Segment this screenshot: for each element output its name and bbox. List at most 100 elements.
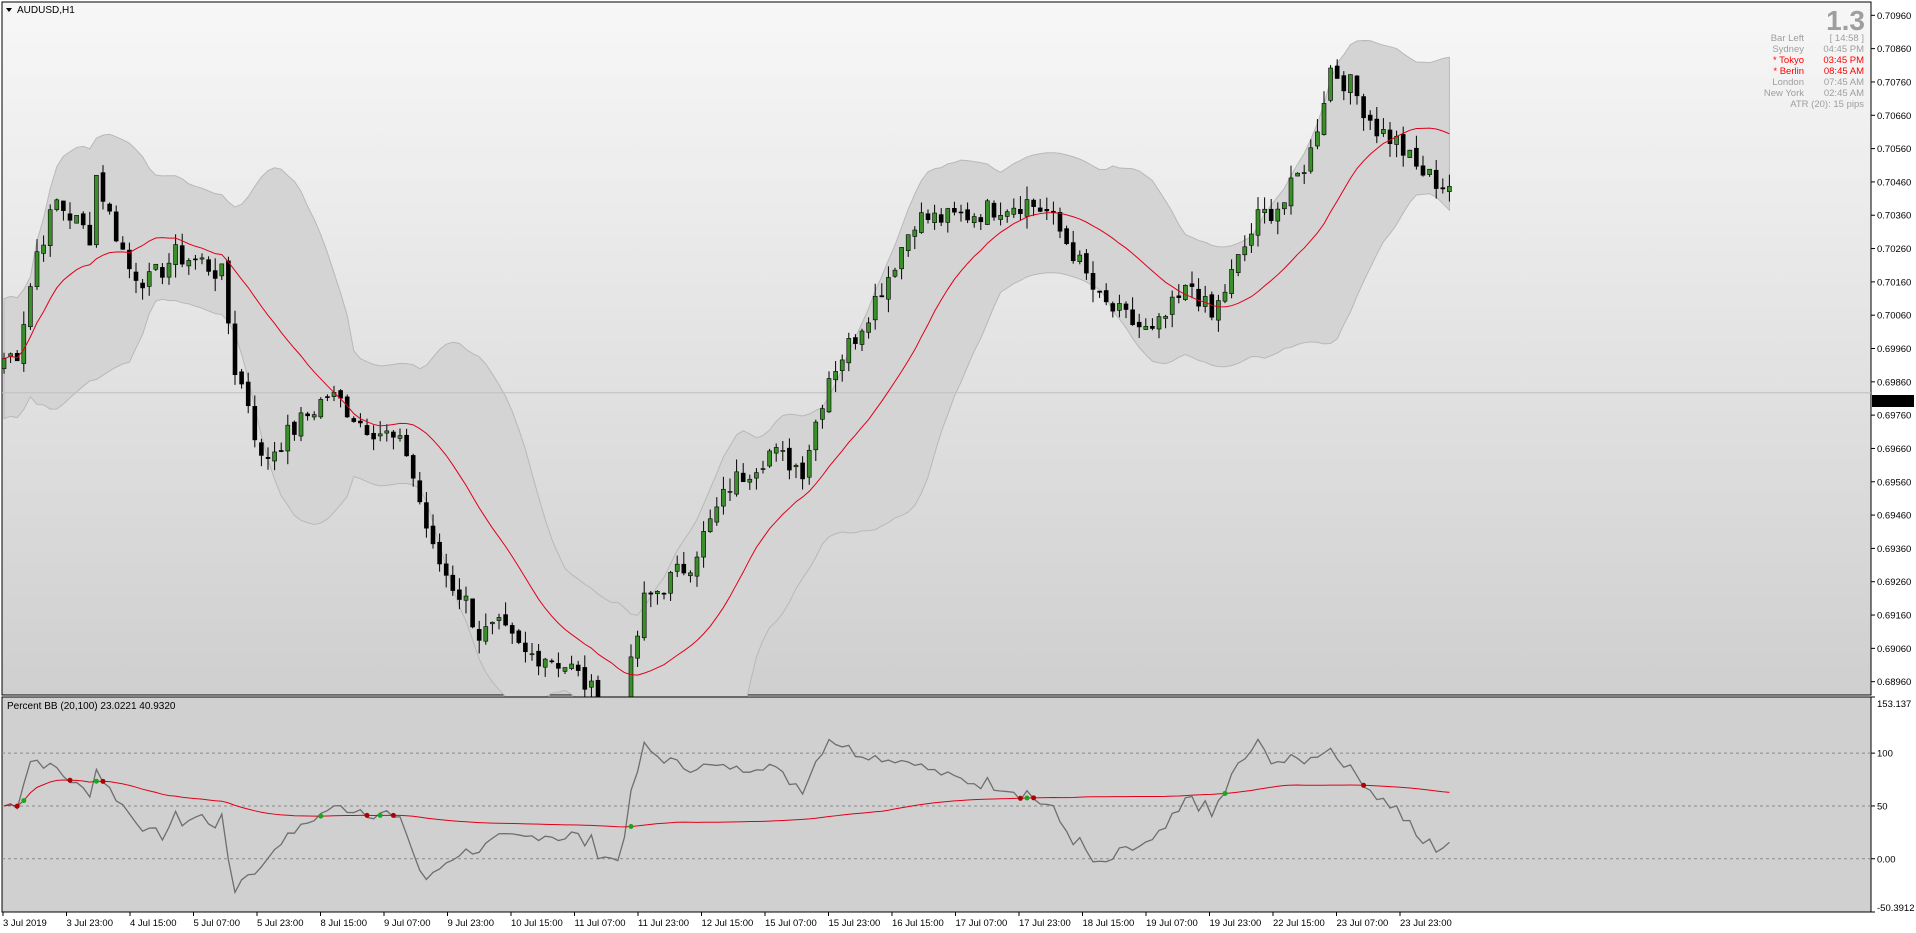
candle-body (1183, 284, 1188, 300)
candle-body (998, 215, 1003, 220)
candle-body (648, 592, 654, 595)
candle-body (1216, 300, 1221, 321)
candle-body (120, 242, 126, 250)
candle-body (721, 488, 726, 507)
candle-body (985, 200, 990, 225)
candle-body (556, 663, 561, 669)
symbol-label[interactable]: AUDUSD,H1 (6, 5, 75, 16)
main-price-panel: 0.70960 0.70860 0.70760 0.70660 0.70560 0.704… (1, 1, 1914, 765)
price-tick-label: 0.69960 (1877, 344, 1911, 355)
crossover-marker (93, 778, 99, 784)
candle-body (199, 257, 205, 260)
candle-body (54, 199, 60, 210)
current-price-value: 0.69827 (1876, 397, 1910, 408)
spread-value: 1.3 (1826, 5, 1865, 36)
candle-body (938, 214, 944, 223)
time-tick-label: 22 Jul 15:00 (1273, 918, 1325, 929)
candle-body (1374, 118, 1380, 137)
candle-body (1031, 199, 1036, 207)
candle-body (641, 592, 647, 639)
price-tick-label: 0.70460 (1877, 177, 1911, 188)
time-tick-label: 23 Jul 23:00 (1400, 918, 1452, 929)
candle (1407, 149, 1413, 158)
candle-body (1163, 316, 1168, 319)
candle-body (1308, 147, 1314, 172)
crossover-marker (14, 803, 20, 809)
atr-text: ATR (20): 15 pips (1790, 99, 1864, 110)
time-tick-label: 5 Jul 07:00 (194, 918, 240, 929)
candle-body (1255, 209, 1261, 236)
price-tick-label: 0.69260 (1877, 577, 1911, 588)
crossover-marker (1031, 795, 1037, 801)
price-tick-label: 0.69060 (1877, 644, 1911, 655)
candle-body (503, 614, 508, 626)
time-tick-label: 4 Jul 15:00 (130, 918, 176, 929)
candle-body (820, 408, 825, 420)
candle-body (879, 295, 885, 298)
price-tick-label: 0.69460 (1877, 511, 1911, 522)
candle-body (298, 412, 304, 437)
candle-body (1103, 290, 1109, 303)
candle (1064, 225, 1069, 246)
candle-body (226, 260, 231, 324)
candle-body (1064, 228, 1069, 245)
crossover-marker (390, 812, 396, 818)
candle-body (582, 667, 588, 690)
price-tick-label: 0.69860 (1877, 377, 1911, 388)
candle-body (754, 472, 759, 479)
candle-body (575, 664, 581, 671)
candle-body (1447, 186, 1452, 192)
candle-body (1295, 172, 1300, 177)
candle-body (1427, 168, 1432, 175)
time-tick-label: 3 Jul 2019 (3, 918, 47, 929)
candle-body (410, 455, 416, 479)
price-tick-label: 0.69660 (1877, 444, 1911, 455)
price-tick-label: 0.70560 (1877, 144, 1911, 155)
candle-body (1301, 172, 1307, 174)
candle-body (1440, 187, 1446, 190)
time-tick-label: 19 Jul 23:00 (1210, 918, 1262, 929)
candle-body (549, 660, 555, 663)
crossover-marker (1222, 790, 1228, 796)
candle-body (292, 421, 297, 435)
candle-body (846, 338, 852, 364)
candle-body (94, 174, 99, 246)
candle-body (351, 418, 357, 422)
time-tick-label: 9 Jul 07:00 (384, 918, 430, 929)
candle-body (714, 506, 720, 523)
candle-body (463, 595, 469, 601)
candle (1328, 65, 1333, 103)
session-time: 03:45 PM (1823, 55, 1864, 66)
time-tick-label: 16 Jul 15:00 (892, 918, 944, 929)
price-tick-label: 0.70660 (1877, 111, 1911, 122)
candle-body (542, 658, 548, 668)
candle-body (1136, 321, 1142, 328)
candle-body (859, 330, 865, 345)
candle-body (133, 271, 139, 281)
session-time: 07:45 AM (1824, 77, 1864, 88)
candle-body (424, 502, 429, 529)
candle-body (87, 224, 93, 246)
candle-body (635, 635, 640, 659)
time-tick-label: 15 Jul 23:00 (829, 918, 881, 929)
session-label: New York (1764, 88, 1804, 99)
candle-body (1433, 169, 1439, 189)
candle-body (569, 663, 574, 669)
current-price-tag: 0.69827 (1872, 395, 1914, 408)
candle-body (496, 617, 502, 621)
candle-body (740, 472, 746, 483)
candle-body (173, 244, 178, 265)
candle-body (272, 451, 277, 462)
candle-body (364, 425, 370, 435)
candle-body (1414, 147, 1419, 167)
candle-body (483, 626, 489, 642)
candle-body (1367, 114, 1373, 121)
candle-body (1150, 326, 1155, 329)
candle-body (61, 200, 66, 211)
candle-body (872, 295, 878, 321)
candle-body (74, 215, 79, 224)
candle-body (793, 464, 799, 468)
candle-body (245, 381, 251, 407)
candle-body (305, 413, 310, 417)
time-tick-label: 9 Jul 23:00 (448, 918, 494, 929)
